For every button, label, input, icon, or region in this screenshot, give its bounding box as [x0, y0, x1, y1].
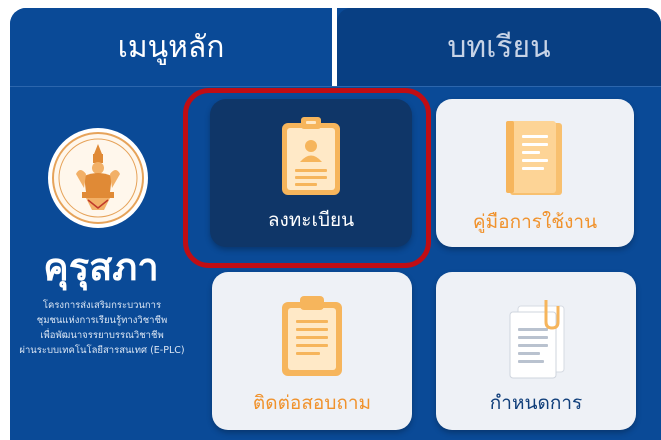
description-line: โครงการส่งเสริมกระบวนการ — [42, 300, 162, 311]
seal-logo-icon — [48, 128, 148, 228]
schedule-label: กำหนดการ — [489, 392, 583, 414]
tab-lessons-label: บทเรียน — [447, 29, 551, 65]
contact-label: ติดต่อสอบถาม — [252, 392, 372, 414]
description-line: ชุมชนแห่งการเรียนรู้ทางวิชาชีพ — [36, 315, 168, 326]
id-card-icon — [282, 117, 340, 195]
tab-main-menu-label: เมนูหลัก — [117, 29, 225, 65]
content-divider — [10, 86, 661, 87]
contact-button[interactable]: ติดต่อสอบถาม — [212, 272, 412, 430]
documents-clip-icon — [509, 300, 565, 379]
description-line: ผ่านระบบเทคโนโลยีสารสนเทศ (E-PLC) — [19, 345, 185, 356]
description-line: เพื่อพัฒนาจรรยาบรรณวิชาชีพ — [40, 330, 164, 341]
register-button[interactable]: ลงทะเบียน — [210, 99, 412, 247]
manual-button[interactable]: คู่มือการใช้งาน — [436, 99, 634, 247]
manual-book-icon — [506, 121, 562, 195]
tab-main-menu[interactable]: เมนูหลัก — [10, 8, 332, 86]
brand-name: คุรุสภา — [43, 245, 159, 289]
schedule-button[interactable]: กำหนดการ — [436, 272, 636, 430]
project-description: โครงการส่งเสริมกระบวนการ ชุมชนแห่งการเรี… — [14, 298, 190, 358]
register-label: ลงทะเบียน — [267, 209, 355, 231]
tab-lessons[interactable]: บทเรียน — [337, 8, 661, 86]
clipboard-icon — [282, 296, 342, 376]
manual-label: คู่มือการใช้งาน — [472, 211, 598, 233]
